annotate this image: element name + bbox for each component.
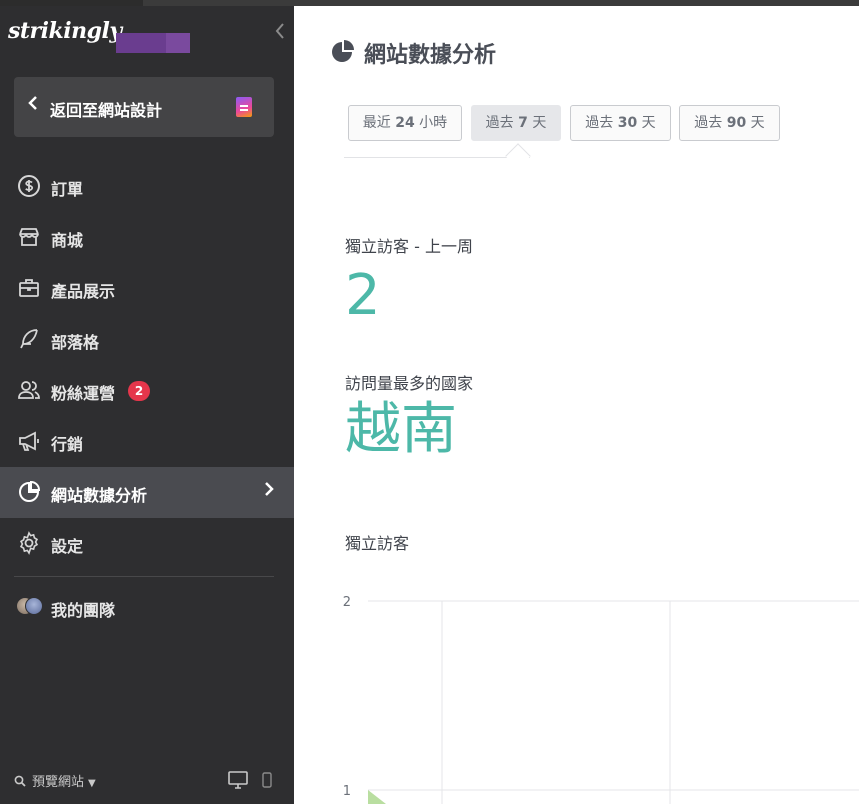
sidebar-item-label: 我的團隊 <box>51 601 116 620</box>
pie-chart-icon <box>19 480 41 502</box>
search-icon <box>14 775 26 787</box>
collapse-sidebar-button[interactable] <box>272 22 288 42</box>
store-icon <box>19 228 39 246</box>
avatar <box>25 597 43 615</box>
sidebar-divider <box>14 576 274 577</box>
sidebar-item-portfolio[interactable]: 產品展示 <box>0 263 294 314</box>
tab-last-90-days[interactable]: 過去 90 天 <box>679 105 780 141</box>
chevron-left-icon <box>275 23 284 39</box>
tab-underline <box>344 157 530 158</box>
sidebar-item-blog[interactable]: 部落格 <box>0 314 294 365</box>
back-to-site-editor-button[interactable]: 返回至網站設計 <box>14 77 274 137</box>
sidebar: strikingly 返回至網站設計 訂單 商城 產品展示 部落格 粉絲運營 2… <box>0 6 294 804</box>
sidebar-item-audience[interactable]: 粉絲運營 2 <box>0 365 294 416</box>
strikingly-logo: strikingly <box>8 18 122 44</box>
tab-last-24-hours[interactable]: 最近 24 小時 <box>348 105 462 141</box>
redacted-site-name <box>116 33 190 53</box>
sidebar-item-label: 行銷 <box>51 435 84 454</box>
y-tick-label: 1 <box>343 784 351 799</box>
feather-pen-icon <box>20 329 38 349</box>
mobile-icon[interactable] <box>262 772 272 788</box>
sidebar-item-orders[interactable]: 訂單 <box>0 161 294 212</box>
sidebar-footer: 預覽網站 ▼ <box>0 766 294 796</box>
pie-chart-icon <box>332 40 354 62</box>
sidebar-item-settings[interactable]: 設定 <box>0 518 294 569</box>
sidebar-item-label: 產品展示 <box>51 282 116 301</box>
page-title: 網站數據分析 <box>364 43 497 68</box>
unique-visitors-value: 2 <box>345 263 381 328</box>
caret-down-icon: ▼ <box>88 778 96 789</box>
briefcase-icon <box>19 279 39 297</box>
tab-last-30-days[interactable]: 過去 30 天 <box>570 105 671 141</box>
sidebar-item-marketing[interactable]: 行銷 <box>0 416 294 467</box>
back-label: 返回至網站設計 <box>50 101 163 120</box>
sidebar-item-label: 部落格 <box>51 333 100 352</box>
sidebar-item-label: 商城 <box>51 231 84 250</box>
megaphone-icon <box>19 431 39 451</box>
top-country-value: 越南 <box>345 397 457 462</box>
analytics-main: 網站數據分析 最近 24 小時 過去 7 天 過去 30 天 過去 90 天 獨… <box>294 6 859 804</box>
active-tab-pointer <box>505 143 531 169</box>
unique-visitors-label: 獨立訪客 - 上一周 <box>345 237 473 256</box>
users-icon <box>18 381 40 399</box>
notification-badge: 2 <box>128 381 150 401</box>
preview-site-dropdown[interactable]: 預覽網站 ▼ <box>14 771 96 790</box>
tab-last-7-days[interactable]: 過去 7 天 <box>471 105 561 141</box>
page-doc-icon <box>236 97 252 117</box>
sidebar-item-my-team[interactable]: 我的團隊 <box>0 582 294 632</box>
sidebar-item-label: 訂單 <box>51 180 84 199</box>
sidebar-item-label: 網站數據分析 <box>51 486 148 505</box>
chart-title: 獨立訪客 <box>345 534 410 553</box>
team-avatars <box>16 597 44 617</box>
unique-visitors-chart: 21 <box>343 595 859 804</box>
sidebar-item-store[interactable]: 商城 <box>0 212 294 263</box>
y-tick-label: 2 <box>343 595 351 610</box>
chevron-left-icon <box>28 95 38 116</box>
preview-label: 預覽網站 <box>32 775 85 790</box>
desktop-icon[interactable] <box>228 770 248 790</box>
top-country-label: 訪問量最多的國家 <box>345 374 474 393</box>
dollar-circle-icon <box>18 175 40 197</box>
sidebar-item-label: 粉絲運營 <box>51 384 116 403</box>
sidebar-nav: 訂單 商城 產品展示 部落格 粉絲運營 2 行銷 網站數據分析 設定 <box>0 161 294 569</box>
sidebar-item-analytics[interactable]: 網站數據分析 <box>0 467 294 518</box>
chart-area-series <box>368 790 386 804</box>
sidebar-item-label: 設定 <box>51 537 84 556</box>
chevron-right-icon <box>264 481 274 502</box>
gear-icon <box>19 531 39 555</box>
